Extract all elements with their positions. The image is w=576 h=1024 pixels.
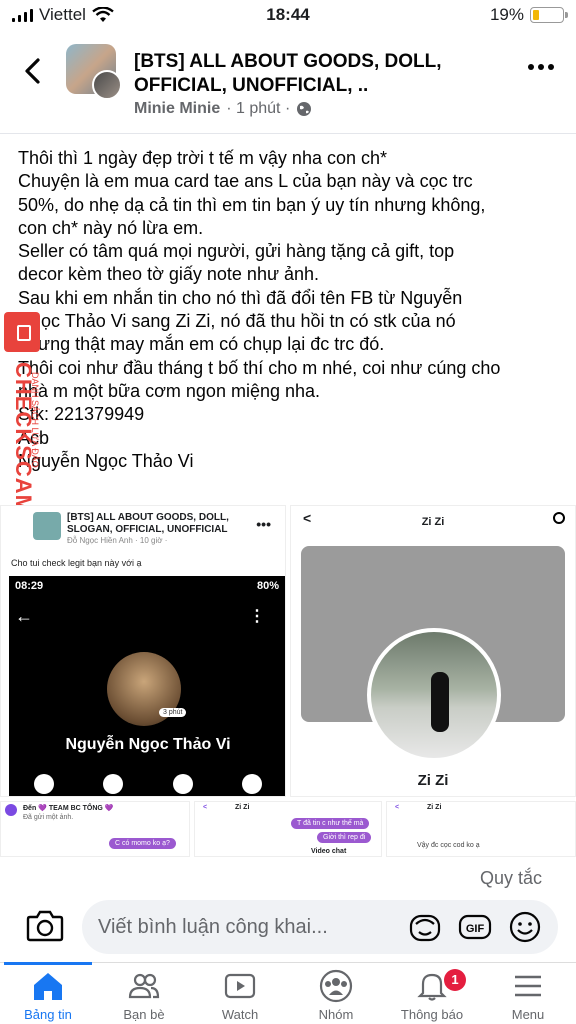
messenger-icon (5, 804, 17, 816)
phone-time: 08:29 (15, 580, 44, 592)
tab-label: Bảng tin (24, 1007, 72, 1022)
chat-line: Vậy đc cọc cod ko ạ (417, 842, 480, 849)
post-line: Sau khi em nhắn tin cho nó thì đã đổi tê… (18, 287, 463, 308)
groups-icon (319, 969, 353, 1003)
phone-screenshot: 08:29 80% ← ⋮ 3 phút Nguyễn Ngọc Thảo Vi (9, 576, 285, 796)
screenshot-chat-1[interactable]: Đến 💜 TEAM BC TỔNG 💜 Đã gửi một ảnh. C c… (0, 801, 190, 857)
tab-label: Menu (511, 1007, 545, 1022)
bell-icon (417, 973, 447, 1001)
profile-icon (172, 774, 193, 794)
back-arrow-icon[interactable] (18, 56, 48, 86)
post-line: Ngọc Thảo Vi sang Zi Zi, nó đã thu hồi t… (18, 311, 456, 332)
globe-icon (297, 102, 312, 116)
post-line: Seller có tâm quá mọi người, gửi hàng tặ… (18, 241, 455, 262)
watermark-subtext: DANH SÁCH LỪA ĐẢO (30, 372, 40, 468)
bottom-tab-bar: Bảng tin Bạn bè Watch Nhóm 1 Thông báo M… (0, 962, 576, 1024)
tab-label: Nhóm (318, 1007, 354, 1022)
post-body: Thôi thì 1 ngày đẹp trời t tế m vậy nha … (18, 147, 566, 473)
comment-box[interactable]: GIF (82, 900, 558, 954)
comment-composer: GIF (0, 898, 576, 956)
watch-icon (224, 973, 256, 999)
shot-more-icon: ••• (256, 516, 271, 532)
screenshot-chat-2[interactable]: < Zi Zi T đã tin c như thế mà Giời thì r… (194, 801, 382, 857)
chat-sender: Đến 💜 TEAM BC TỔNG 💜 (23, 805, 114, 812)
friends-icon (128, 973, 160, 999)
shot-group-name: [BTS] ALL ABOUT GOODS, DOLL, SLOGAN, OFF… (67, 512, 229, 535)
home-icon (34, 973, 62, 1000)
more-options-button[interactable] (528, 64, 554, 70)
battery-icon (530, 7, 568, 23)
post-line: 50%, do nhẹ dạ cả tin thì em tin bạn ý u… (18, 194, 486, 215)
video-chat-label: Video chat (311, 848, 347, 855)
active-badge: 3 phút (159, 708, 187, 717)
search-icon (553, 512, 565, 524)
emoji-icon[interactable] (508, 910, 542, 944)
kebab-icon: ⋮ (249, 608, 265, 625)
post-line: con ch* này nó lừa em. (18, 217, 204, 238)
screenshot-group-post[interactable]: [BTS] ALL ABOUT GOODS, DOLL, SLOGAN, OFF… (0, 505, 286, 797)
tab-news-feed[interactable]: Bảng tin (0, 962, 96, 1024)
post-time: · 1 phút · (226, 100, 291, 117)
bell-icon (242, 774, 263, 794)
status-bar: Viettel 18:44 19% (0, 0, 576, 32)
camera-icon[interactable] (26, 908, 64, 942)
shot-question: Cho tui check legit bạn này với ạ (11, 558, 142, 568)
profile-name: Zi Zi (417, 772, 449, 789)
chat-title: Zi Zi (235, 804, 250, 811)
group-name[interactable]: [BTS] ALL ABOUT GOODS, DOLL, OFFICIAL, U… (134, 50, 494, 98)
group-thumbnail (33, 512, 61, 540)
back-chevron-icon: < (395, 804, 400, 811)
chat-bubble: Giời thì rep đi (317, 832, 372, 843)
post-meta: Minie Minie · 1 phút · (134, 100, 312, 118)
back-chevron-icon: < (203, 804, 208, 811)
post-line: Thôi coi như đầu tháng t bố thí cho m nh… (18, 357, 501, 378)
screenshot-chat-3[interactable]: < Zi Zi Vậy đc cọc cod ko ạ (386, 801, 576, 857)
group-avatar[interactable] (66, 44, 122, 100)
rules-link[interactable]: Quy tắc (480, 868, 542, 889)
tab-label: Bạn bè (123, 1007, 165, 1022)
profile-name: Nguyễn Ngọc Thảo Vi (65, 736, 231, 753)
tab-notifications[interactable]: 1 Thông báo (384, 963, 480, 1024)
post-header: [BTS] ALL ABOUT GOODS, DOLL, OFFICIAL, U… (0, 34, 576, 134)
call-actions (9, 774, 285, 794)
tab-groups[interactable]: Nhóm (288, 963, 384, 1024)
phone-battery: 80% (256, 580, 279, 592)
post-line: decor kèm theo tờ giấy note như ảnh. (18, 264, 320, 285)
back-arrow-icon: ← (15, 606, 33, 626)
post-line: nhưng thật may mắn em có chụp lại đc trc… (18, 334, 385, 355)
chat-subtext: Đã gửi một ảnh. (23, 814, 74, 821)
battery-percent: 19% (489, 5, 524, 24)
tab-label: Thông báo (400, 1007, 464, 1022)
post-line: Chuyện là em mua card tae ans L của bạn … (18, 171, 473, 192)
chat-bubble: T đã tin c như thế mà (291, 818, 370, 829)
photo-collage[interactable]: [BTS] ALL ABOUT GOODS, DOLL, SLOGAN, OFF… (0, 505, 576, 857)
profile-title: Zi Zi (421, 516, 445, 528)
tab-label: Watch (221, 1007, 259, 1022)
phone-icon (33, 774, 54, 794)
tab-friends[interactable]: Bạn bè (96, 963, 192, 1024)
author-avatar (92, 70, 122, 100)
comment-input[interactable] (98, 900, 398, 954)
chat-bubble: C có momo ko ạ? (109, 838, 176, 849)
profile-picture (367, 628, 501, 762)
tab-menu[interactable]: Menu (480, 963, 576, 1024)
lock-icon (4, 312, 40, 352)
menu-icon (515, 975, 541, 997)
post-line: Nguyễn Ngọc Thảo Vi (18, 450, 194, 471)
post-line: Stk: 221379949 (18, 404, 145, 425)
notification-badge: 1 (444, 969, 466, 991)
video-icon (103, 774, 124, 794)
author-name[interactable]: Minie Minie (134, 100, 220, 118)
screenshot-profile[interactable]: < Zi Zi Zi Zi (290, 505, 576, 797)
battery-info: 19% (489, 5, 568, 25)
tab-watch[interactable]: Watch (192, 963, 288, 1024)
post-line: nhà m một bữa cơm ngon miệng nha. (18, 380, 321, 401)
gif-icon[interactable]: GIF (458, 910, 492, 944)
post-line: Thôi thì 1 ngày đẹp trời t tế m vậy nha … (18, 148, 387, 168)
chat-title: Zi Zi (427, 804, 442, 811)
post-line: Acb (18, 427, 50, 448)
avatar-sticker-icon[interactable] (408, 910, 442, 944)
svg-text:GIF: GIF (466, 923, 485, 935)
shot-meta: Đỗ Ngọc Hiền Anh · 10 giờ · (67, 536, 168, 545)
